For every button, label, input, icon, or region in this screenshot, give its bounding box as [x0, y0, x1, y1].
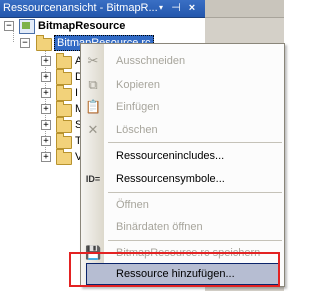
- folder-icon: [36, 35, 52, 51]
- expand-icon[interactable]: +: [41, 56, 51, 66]
- folder-icon: [56, 149, 72, 165]
- tree-node-child[interactable]: + I: [0, 85, 80, 101]
- menu-item-einfuegen[interactable]: 📋 Einfügen: [81, 96, 284, 118]
- folder-icon: [56, 53, 72, 69]
- expand-icon[interactable]: +: [41, 72, 51, 82]
- menu-separator: [108, 240, 282, 241]
- id-icon: ID=: [85, 174, 101, 184]
- dropdown-icon[interactable]: ▾: [154, 1, 168, 15]
- menu-item-binaerdaten-oeffnen[interactable]: Binärdaten öffnen: [81, 216, 284, 238]
- menu-item-ressourcenincludes[interactable]: Ressourcenincludes...: [81, 145, 284, 167]
- tree-node-child[interactable]: + A: [0, 53, 82, 69]
- panel-title: Ressourcenansicht - BitmapR...: [3, 2, 158, 14]
- menu-item-ausschneiden[interactable]: ✂ Ausschneiden: [81, 50, 284, 72]
- collapse-icon[interactable]: −: [4, 21, 14, 31]
- menu-item-label: Löschen: [116, 124, 158, 136]
- menu-item-label: Binärdaten öffnen: [116, 221, 203, 233]
- menu-item-kopieren[interactable]: ⧉ Kopieren: [81, 74, 284, 96]
- tree-node-child[interactable]: + S: [0, 117, 82, 133]
- tab-strip: [205, 0, 284, 18]
- menu-item-label: Ressourcenincludes...: [116, 150, 225, 162]
- menu-separator: [108, 142, 282, 143]
- tree-node-label: I: [75, 87, 79, 99]
- menu-item-label: Ressourcensymbole...: [116, 173, 225, 185]
- highlight-annotation-box: [69, 252, 280, 287]
- menu-item-oeffnen[interactable]: Öffnen: [81, 194, 284, 216]
- expand-icon[interactable]: +: [41, 104, 51, 114]
- delete-icon: ✕: [87, 122, 99, 137]
- menu-separator: [108, 192, 282, 193]
- folder-icon: [56, 101, 72, 117]
- menu-item-loeschen[interactable]: ✕ Löschen: [81, 119, 284, 141]
- copy-icon: ⧉: [88, 77, 98, 92]
- menu-item-label: Ausschneiden: [116, 55, 186, 67]
- tree-node-child[interactable]: + V: [0, 149, 82, 165]
- close-icon[interactable]: ×: [185, 1, 199, 15]
- tree-node-label: BitmapResource: [38, 20, 126, 32]
- expand-icon[interactable]: +: [41, 136, 51, 146]
- tree-node-root[interactable]: − BitmapResource: [0, 18, 205, 34]
- folder-icon: [56, 85, 72, 101]
- expand-icon[interactable]: +: [41, 120, 51, 130]
- menu-item-label: Öffnen: [116, 199, 149, 211]
- folder-icon: [56, 133, 72, 149]
- folder-icon: [56, 117, 72, 133]
- collapse-icon[interactable]: −: [20, 38, 30, 48]
- expand-icon[interactable]: +: [41, 88, 51, 98]
- pin-icon[interactable]: ⊣: [169, 1, 183, 15]
- project-icon: [19, 19, 35, 34]
- menu-item-label: Einfügen: [116, 101, 160, 113]
- tree-node-child[interactable]: + T: [0, 133, 82, 149]
- tree-node-child[interactable]: + M: [0, 101, 84, 117]
- menu-item-label: Kopieren: [116, 79, 161, 91]
- context-menu: ✂ Ausschneiden ⧉ Kopieren 📋 Einfügen ✕ L…: [80, 43, 285, 287]
- folder-icon: [56, 69, 72, 85]
- panel-titlebar: Ressourcenansicht - BitmapR... ▾ ⊣ ×: [0, 0, 205, 18]
- expand-icon[interactable]: +: [41, 152, 51, 162]
- paste-icon: 📋: [85, 99, 102, 114]
- menu-item-ressourcensymbole[interactable]: ID= Ressourcensymbole...: [81, 168, 284, 190]
- tree-node-child[interactable]: + D: [0, 69, 83, 85]
- scissors-icon: ✂: [87, 53, 99, 68]
